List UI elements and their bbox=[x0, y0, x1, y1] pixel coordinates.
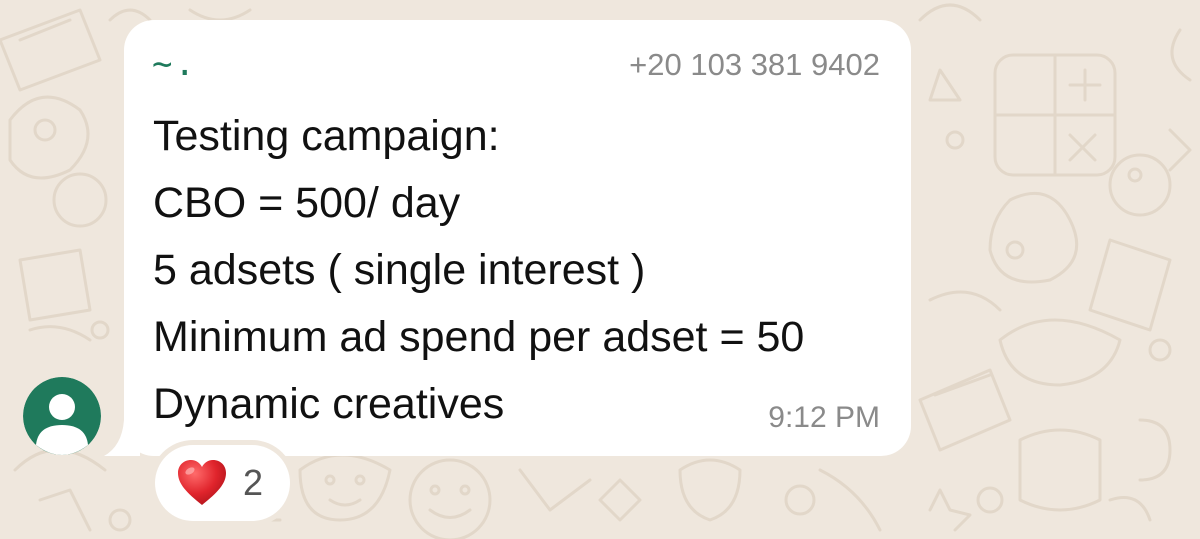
message-line: Testing campaign: bbox=[153, 112, 500, 160]
message-line: Minimum ad spend per adset = 50 bbox=[153, 313, 805, 361]
message-timestamp: 9:12 PM bbox=[768, 401, 880, 434]
reaction-button[interactable]: 2 bbox=[155, 445, 290, 521]
sender-phone[interactable]: +20 103 381 9402 bbox=[560, 46, 880, 84]
sender-name[interactable]: ~. bbox=[152, 44, 197, 84]
person-icon bbox=[23, 377, 101, 455]
heart-icon bbox=[178, 460, 226, 505]
sender-avatar[interactable] bbox=[23, 377, 101, 455]
message-text: Testing campaign: CBO = 500/ day 5 adset… bbox=[153, 103, 804, 438]
reaction-count: 2 bbox=[243, 462, 264, 503]
message-line: 5 adsets ( single interest ) bbox=[153, 246, 646, 294]
message-line: CBO = 500/ day bbox=[153, 179, 461, 227]
